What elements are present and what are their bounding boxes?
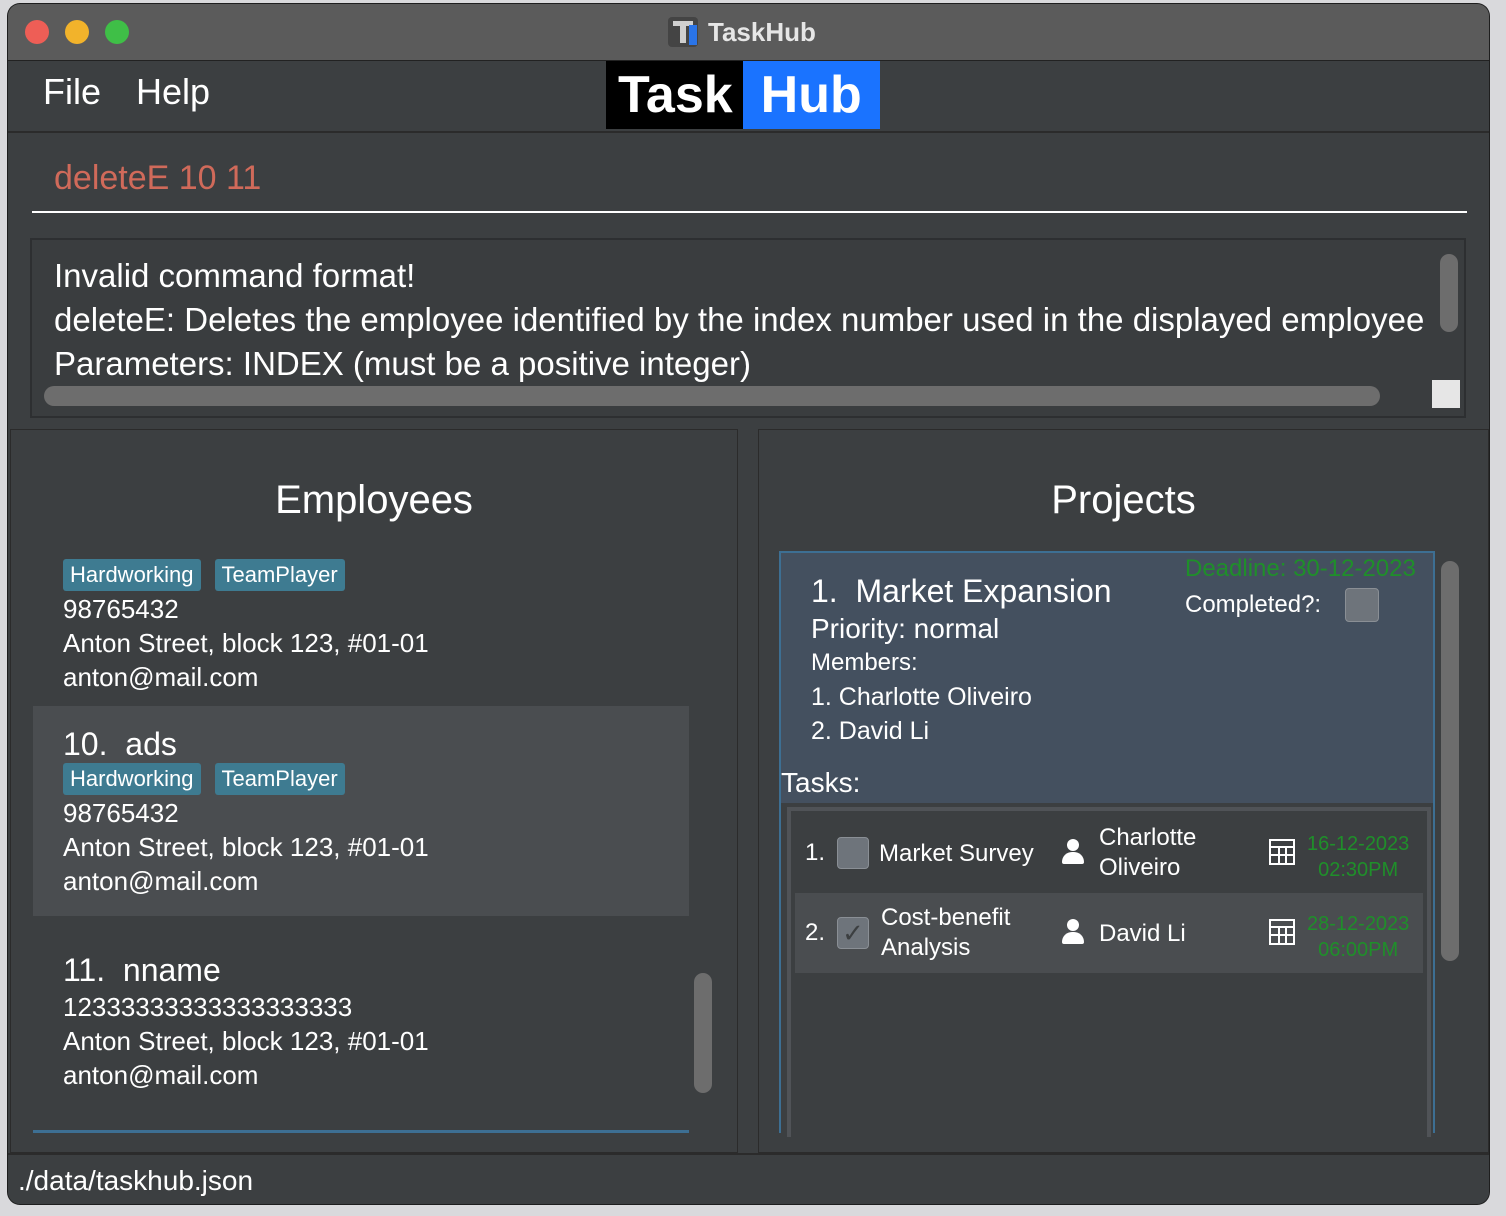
project-deadline: Deadline: 30-12-2023 [1185,555,1416,582]
task-number: 2. [805,919,826,946]
app-window: TaskHub File Help Task Hub deleteE 10 11… [8,4,1489,1204]
menu-help[interactable]: Help [136,71,210,113]
project-index: 1. [811,573,838,609]
employee-card[interactable]: Hardworking TeamPlayer 98765432 Anton St… [33,550,689,706]
command-input[interactable]: deleteE 10 11 [54,159,261,198]
calendar-icon [1269,919,1295,945]
employee-address: Anton Street, block 123, #01-01 [63,628,429,658]
status-file-path: ./data/taskhub.json [18,1165,254,1196]
task-assignee: David Li [1099,919,1186,949]
result-line-2: deleteE: Deletes the employee identified… [54,301,1429,338]
result-line-3: Parameters: INDEX (must be a positive in… [54,345,751,382]
tag: Hardworking [63,763,201,795]
result-display: Invalid command format! deleteE: Deletes… [30,238,1466,418]
project-name-row: 1. Market Expansion [811,573,1112,610]
project-header: 1. Market Expansion Priority: normal Mem… [781,553,1433,803]
menu-file[interactable]: File [43,71,101,113]
task-list: 1. Market Survey Charlotte Oliveiro 16-1… [787,807,1431,1137]
employee-address: Anton Street, block 123, #01-01 [63,832,429,862]
task-name: Market Survey [879,839,1034,869]
task-due: 16-12-2023 02:30PM [1307,831,1409,883]
project-member: 1. Charlotte Oliveiro [811,683,1032,711]
task-done-checkbox[interactable] [837,837,869,869]
result-line-1: Invalid command format! [54,257,416,294]
employees-title: Employees [275,478,473,522]
task-name: Cost-benefit Analysis [881,903,1010,963]
tag: TeamPlayer [214,559,345,591]
completed-label: Completed?: [1185,591,1322,618]
projects-panel: Projects 1. Market Expansion Priority: n… [758,429,1489,1153]
employee-name-row: 10. ads [63,726,177,763]
result-text: Invalid command format! deleteE: Deletes… [54,254,1429,386]
title-bar: TaskHub [8,4,1489,61]
menu-bar: File Help Task Hub [8,61,1489,133]
employee-index: 10. [63,726,108,762]
task-due-time: 02:30PM [1318,859,1399,881]
employee-address: Anton Street, block 123, #01-01 [63,1026,429,1056]
task-due-date: 28-12-2023 [1307,913,1410,935]
app-logo-icon [668,17,698,47]
task-number: 1. [805,839,826,866]
project-priority: Priority: normal [811,613,1000,644]
employee-phone: 98765432 [63,594,179,624]
close-window-button[interactable] [25,20,49,44]
project-name: Market Expansion [855,573,1112,609]
minimize-window-button[interactable] [65,20,89,44]
employee-index: 11. [63,952,106,988]
command-underline [32,211,1467,213]
employee-phone: 12333333333333333333 [63,992,353,1022]
task-due-date: 16-12-2023 [1307,833,1410,855]
scroll-corner [1432,380,1460,408]
window-title: TaskHub [708,16,816,47]
employee-phone: 98765432 [63,798,179,828]
employees-panel: Employees Hardworking TeamPlayer 9876543… [10,429,738,1153]
employee-tags: Hardworking TeamPlayer [63,559,345,591]
tasks-label: Tasks: [781,767,861,798]
zoom-window-button[interactable] [105,20,129,44]
task-done-checkbox[interactable]: ✓ [837,917,869,949]
window-title-group: TaskHub [668,15,816,49]
employee-name: ads [125,726,177,762]
employee-list[interactable]: Hardworking TeamPlayer 98765432 Anton St… [33,550,689,1133]
employee-email: anton@mail.com [63,866,259,896]
result-vertical-scrollbar[interactable] [1440,254,1458,332]
project-card[interactable]: 1. Market Expansion Priority: normal Mem… [779,551,1435,1137]
logo-task-text: Task [606,61,743,129]
project-completed-checkbox[interactable] [1345,588,1379,622]
employee-email: anton@mail.com [63,662,259,692]
status-bar: ./data/taskhub.json [8,1153,1489,1204]
projects-scrollbar[interactable] [1441,561,1459,961]
task-row[interactable]: 2. ✓ Cost-benefit Analysis David Li 28-1… [795,893,1423,973]
person-icon [1061,919,1085,945]
task-row[interactable]: 1. Market Survey Charlotte Oliveiro 16-1… [795,813,1423,893]
employee-tags: Hardworking TeamPlayer [63,763,345,795]
logo-hub-text: Hub [742,61,880,129]
calendar-icon [1269,839,1295,865]
task-name-line: Cost-benefit [881,904,1011,931]
tag: Hardworking [63,559,201,591]
employee-name: nname [122,952,221,988]
project-member: 2. David Li [811,717,930,745]
task-due: 28-12-2023 06:00PM [1307,911,1409,963]
task-assignee-line: Oliveiro [1099,854,1181,881]
employee-email: anton@mail.com [63,1060,259,1090]
employees-scrollbar[interactable] [694,973,712,1093]
employee-card[interactable]: 10. ads Hardworking TeamPlayer 98765432 … [33,706,689,916]
task-assignee-line: Charlotte [1099,824,1197,851]
members-label: Members: [811,649,918,676]
task-due-time: 06:00PM [1318,939,1399,961]
task-name-line: Market Survey [879,840,1034,867]
tag: TeamPlayer [214,763,345,795]
projects-title: Projects [1051,478,1196,522]
person-icon [1061,839,1085,865]
task-assignee-line: David Li [1099,920,1186,947]
task-assignee: Charlotte Oliveiro [1099,823,1196,883]
result-horizontal-scrollbar[interactable] [44,386,1380,406]
taskhub-logo: Task Hub [606,61,880,129]
employee-name-row: 11. nname [63,952,221,989]
task-name-line: Analysis [881,934,971,961]
employee-card[interactable]: 11. nname 12333333333333333333 Anton Str… [33,916,689,1130]
checkmark-icon: ✓ [842,918,864,948]
command-box[interactable]: deleteE 10 11 [8,133,1489,229]
